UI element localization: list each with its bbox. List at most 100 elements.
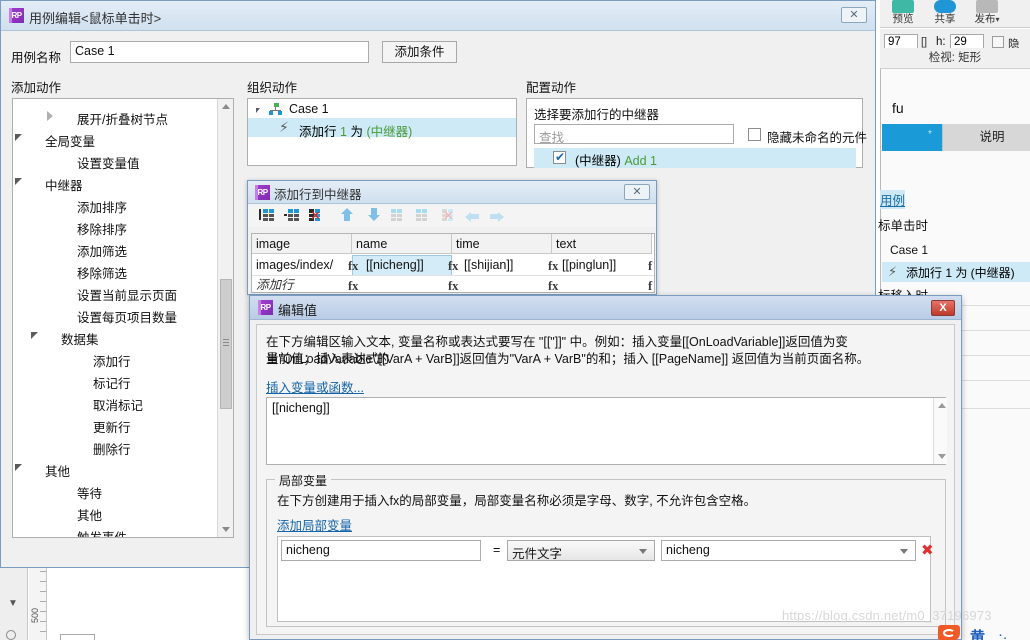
grid-header-text[interactable]: text [552, 234, 652, 254]
add-local-variable-link[interactable]: 添加局部变量 [277, 515, 352, 534]
tree-expander-expanded-icon[interactable] [15, 134, 22, 141]
fx-icon-r1c3[interactable]: fx [548, 259, 558, 274]
repeater-item-name: Add 1 [624, 154, 657, 168]
repeater-item-checkbox[interactable]: ✔ [553, 150, 566, 164]
expression-textarea[interactable]: [[nicheng]] [266, 397, 946, 465]
tree-item-0[interactable]: 展开/折叠树节点 [77, 109, 168, 128]
tree-expander-collapsed-icon[interactable] [47, 111, 53, 121]
tree-item-19[interactable]: 触发事件 [77, 527, 127, 537]
tree-item-6[interactable]: 添加筛选 [77, 241, 127, 260]
tree-scroll-thumb[interactable] [220, 279, 232, 409]
tree-item-4[interactable]: 添加排序 [77, 197, 127, 216]
event-case-label[interactable]: Case 1 [890, 243, 928, 257]
tree-item-17[interactable]: 等待 [77, 483, 102, 502]
grid-add-row-placeholder[interactable]: 添加行 [256, 275, 294, 292]
fx-icon-r2c4[interactable]: f [648, 279, 652, 292]
fx-icon-r1c2[interactable]: fx [448, 259, 458, 274]
tab-interactions[interactable]: * [882, 124, 942, 151]
tree-item-3[interactable]: 中继器 [45, 175, 83, 194]
add-column-before-icon[interactable] [259, 209, 276, 223]
share-button[interactable]: 共享 [924, 0, 966, 28]
height-label: h: [936, 36, 946, 48]
tree-item-label: 全局变量 [45, 135, 96, 149]
repeater-search-input[interactable]: 查找 [534, 124, 734, 145]
close-icon[interactable]: ✕ [624, 184, 650, 200]
fx-icon-r2c3[interactable]: fx [548, 279, 558, 292]
local-variable-type-select[interactable]: 元件文字 [507, 540, 655, 561]
hidden-checkbox[interactable] [992, 36, 1004, 48]
repeater-item-label: (中继器) Add 1 [575, 150, 657, 169]
tree-item-8[interactable]: 设置当前显示页面 [77, 285, 177, 304]
publish-button[interactable]: 发布▾ [966, 0, 1008, 28]
delete-column-icon[interactable]: ✕ [309, 209, 326, 223]
tree-item-10[interactable]: 数据集 [61, 329, 99, 348]
close-icon[interactable]: ✕ [841, 7, 867, 23]
grid-cell-r1c1[interactable]: images/index/ [256, 255, 333, 276]
move-down-icon[interactable] [365, 208, 382, 222]
scroll-down-icon[interactable] [938, 454, 946, 459]
grid-cell-r1c2[interactable]: [[nicheng]] [366, 255, 424, 276]
hide-unnamed-checkbox[interactable] [748, 128, 761, 141]
textarea-scrollbar[interactable] [933, 398, 947, 464]
tree-expander-expanded-icon[interactable] [15, 178, 22, 185]
preview-label: 预览 [892, 13, 914, 25]
tree-item-11[interactable]: 添加行 [93, 351, 131, 370]
gutter-chevron-down-icon[interactable]: ▼ [8, 598, 18, 609]
grid-header-time[interactable]: time [452, 234, 552, 254]
repeater-dialog-titlebar: RP 添加行到中继器 ✕ [248, 181, 656, 204]
fx-icon-r1c4[interactable]: f [648, 259, 652, 274]
canvas-object[interactable] [60, 634, 95, 640]
fx-icon-r2c2[interactable]: fx [448, 279, 458, 292]
organize-action-text: 添加行 1 为 (中继器) [299, 121, 412, 140]
tree-expander-expanded-icon[interactable] [31, 332, 38, 339]
chevron-down-icon[interactable] [639, 549, 647, 554]
insert-variable-link[interactable]: 插入变量或函数... [266, 377, 364, 396]
tree-item-12[interactable]: 标记行 [93, 373, 131, 392]
grid-cell-r1c3[interactable]: [[shijian]] [464, 255, 513, 276]
tree-scrollbar[interactable] [217, 99, 233, 537]
fx-icon-r2c1[interactable]: fx [348, 279, 358, 292]
scroll-down-icon[interactable] [222, 527, 230, 532]
tree-item-1[interactable]: 全局变量 [45, 131, 95, 150]
local-variables-hint: 在下方创建用于插入fx的局部变量，局部变量名称必须是字母、数字, 不允许包含空格… [277, 494, 757, 508]
repeater-data-grid[interactable]: image name time text images/index/ fx [[… [251, 233, 655, 293]
tree-item-14[interactable]: 更新行 [93, 417, 131, 436]
tree-item-2[interactable]: 设置变量值 [77, 153, 140, 172]
move-up-icon[interactable] [338, 208, 355, 222]
event-mouse-click[interactable]: 标单击时 [878, 215, 928, 234]
scroll-up-icon[interactable] [938, 403, 946, 408]
grid-header-image[interactable]: image [252, 234, 352, 254]
csdn-text-icon: 黄 [970, 629, 986, 640]
tree-expander-expanded-icon[interactable] [15, 464, 22, 471]
bolt-icon: ⚡ [279, 119, 289, 135]
target-chevron-down-icon[interactable] [900, 549, 908, 554]
fx-icon-r1c1[interactable]: fx [348, 259, 358, 274]
move-right-icon [490, 210, 507, 224]
edit-value-title: 编辑值 [278, 303, 318, 318]
tree-item-9[interactable]: 设置每页项目数量 [77, 307, 177, 326]
tree-item-5[interactable]: 移除排序 [77, 219, 127, 238]
grid-cell-r1c4[interactable]: [[pinglun]] [562, 255, 616, 276]
local-variable-target-input[interactable]: nicheng [661, 540, 916, 561]
scroll-up-icon[interactable] [222, 104, 230, 109]
tree-item-13[interactable]: 取消标记 [93, 395, 143, 414]
canvas-handle[interactable] [6, 630, 16, 640]
local-variable-name-input[interactable]: nicheng [281, 540, 481, 561]
tree-item-label: 设置每页项目数量 [77, 311, 178, 325]
case-name-label: 用例名称 [11, 51, 62, 65]
tab-notes[interactable]: 说明 [942, 124, 1030, 151]
preview-button[interactable]: 预览 [882, 0, 924, 28]
close-icon[interactable]: X [931, 300, 955, 316]
grid-header-name[interactable]: name [352, 234, 452, 254]
tree-item-16[interactable]: 其他 [45, 461, 70, 480]
action-bolt-icon: ⚡ [888, 264, 898, 279]
add-column-after-icon[interactable] [284, 209, 301, 223]
case-link[interactable]: 用例 [880, 190, 906, 209]
tree-item-18[interactable]: 其他 [77, 505, 102, 524]
tree-item-7[interactable]: 移除筛选 [77, 263, 127, 282]
add-condition-button[interactable]: 添加条件 [382, 41, 457, 63]
case-name-input[interactable]: Case 1 [70, 41, 369, 63]
delete-local-variable-button[interactable]: ✖ [921, 541, 934, 559]
tree-item-15[interactable]: 删除行 [93, 439, 131, 458]
case-editor-titlebar: RP 用例编辑<鼠标单击时> ✕ [1, 1, 875, 31]
